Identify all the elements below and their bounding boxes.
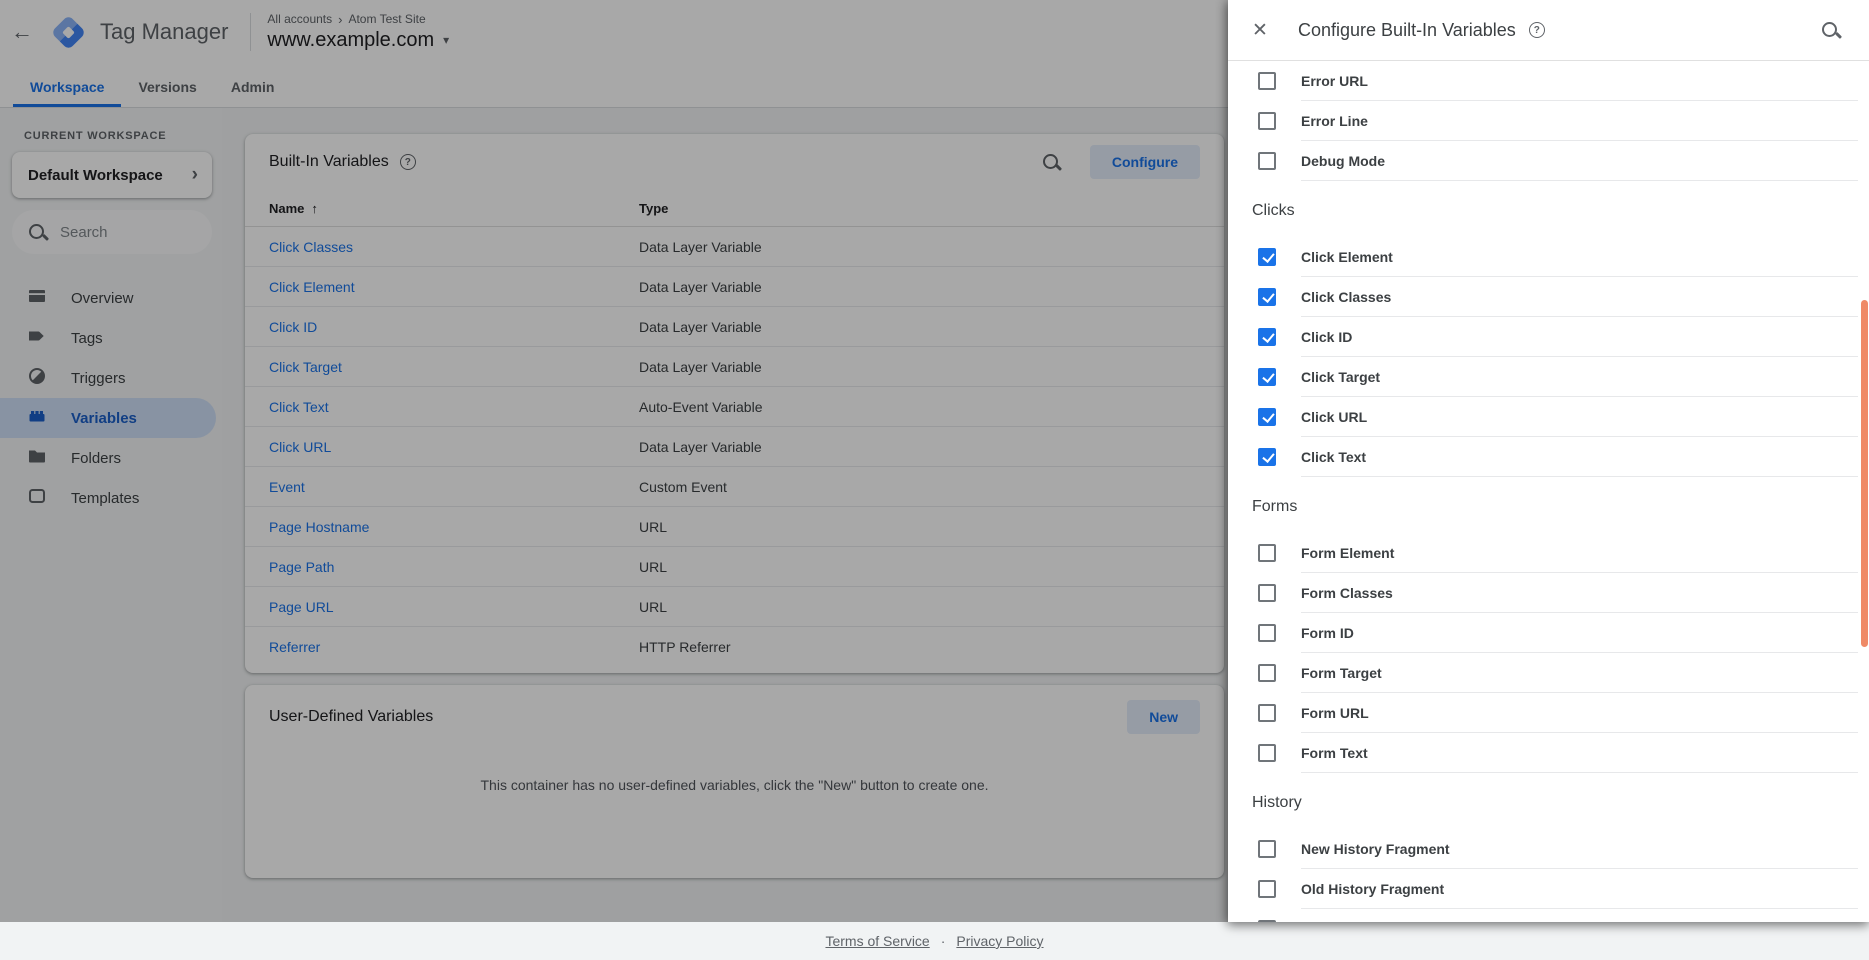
page-footer: Terms of Service · Privacy Policy xyxy=(0,922,1869,960)
checkbox-label: Form Text xyxy=(1301,745,1368,761)
variable-toggle-row[interactable]: Form Element xyxy=(1228,533,1869,573)
panel-header: ✕ Configure Built-In Variables ? xyxy=(1228,0,1869,61)
variable-toggle-row[interactable]: Error URL xyxy=(1228,61,1869,101)
variable-toggle-row[interactable]: Click Element xyxy=(1228,237,1869,277)
checkbox-label: Click Classes xyxy=(1301,289,1392,305)
variable-toggle-row[interactable]: Click ID xyxy=(1228,317,1869,357)
checkbox[interactable] xyxy=(1258,288,1276,306)
variable-toggle-row[interactable]: Click URL xyxy=(1228,397,1869,437)
checkbox[interactable] xyxy=(1258,112,1276,130)
variable-toggle-row[interactable]: New History Fragment xyxy=(1228,829,1869,869)
variable-toggle-row[interactable]: Debug Mode xyxy=(1228,141,1869,181)
checkbox[interactable] xyxy=(1258,448,1276,466)
checkbox-label: Click Text xyxy=(1301,449,1367,465)
checkbox[interactable] xyxy=(1258,664,1276,682)
variable-toggle-row[interactable]: Form Target xyxy=(1228,653,1869,693)
checkbox-label: Error URL xyxy=(1301,73,1368,89)
checkbox[interactable] xyxy=(1258,744,1276,762)
variable-toggle-row[interactable]: Error Line xyxy=(1228,101,1869,141)
variable-toggle-row[interactable]: Click Classes xyxy=(1228,277,1869,317)
variable-toggle-row[interactable]: Click Text xyxy=(1228,437,1869,477)
checkbox-label: Debug Mode xyxy=(1301,153,1385,169)
checkbox-label: Click Element xyxy=(1301,249,1393,265)
section-heading: Forms xyxy=(1252,498,1298,515)
search-icon[interactable] xyxy=(1821,21,1840,40)
panel-scrollbar-thumb[interactable] xyxy=(1861,300,1868,647)
variable-checkbox-list: Error URL Error Line Debug Mode Clicks C… xyxy=(1228,61,1869,922)
checkbox[interactable] xyxy=(1258,840,1276,858)
checkbox-label: Form ID xyxy=(1301,625,1354,641)
variable-toggle-row[interactable]: Form URL xyxy=(1228,693,1869,733)
variable-toggle-row[interactable] xyxy=(1228,909,1869,922)
checkbox-label: Click ID xyxy=(1301,329,1353,345)
dot-separator: · xyxy=(940,933,946,949)
checkbox-label: Form Target xyxy=(1301,665,1382,681)
variable-toggle-row[interactable]: Old History Fragment xyxy=(1228,869,1869,909)
section-heading: History xyxy=(1252,794,1302,811)
checkbox[interactable] xyxy=(1258,248,1276,266)
checkbox[interactable] xyxy=(1258,584,1276,602)
checkbox[interactable] xyxy=(1258,624,1276,642)
panel-section: History New History Fragment Old History… xyxy=(1228,773,1869,922)
variable-toggle-row[interactable]: Click Target xyxy=(1228,357,1869,397)
checkbox[interactable] xyxy=(1258,368,1276,386)
configure-builtin-variables-panel: ✕ Configure Built-In Variables ? Error U… xyxy=(1228,0,1869,922)
variable-toggle-row[interactable]: Form ID xyxy=(1228,613,1869,653)
checkbox[interactable] xyxy=(1258,880,1276,898)
overlay-scrim[interactable] xyxy=(0,0,1228,922)
panel-title: Configure Built-In Variables xyxy=(1298,19,1516,40)
help-icon[interactable]: ? xyxy=(1528,22,1545,38)
checkbox[interactable] xyxy=(1258,920,1276,922)
close-icon[interactable]: ✕ xyxy=(1252,19,1274,42)
checkbox-label: Form URL xyxy=(1301,705,1369,721)
panel-section: Clicks Click Element Click Classes Click… xyxy=(1228,181,1869,477)
section-heading: Clicks xyxy=(1252,202,1295,219)
panel-section: Error URL Error Line Debug Mode xyxy=(1228,61,1869,181)
checkbox[interactable] xyxy=(1258,72,1276,90)
variable-toggle-row[interactable]: Form Text xyxy=(1228,733,1869,773)
checkbox[interactable] xyxy=(1258,544,1276,562)
checkbox[interactable] xyxy=(1258,704,1276,722)
variable-toggle-row[interactable]: Form Classes xyxy=(1228,573,1869,613)
checkbox-label: New History Fragment xyxy=(1301,841,1450,857)
checkbox-label: Click URL xyxy=(1301,409,1368,425)
checkbox[interactable] xyxy=(1258,152,1276,170)
checkbox-label: Click Target xyxy=(1301,369,1381,385)
checkbox-label: Form Element xyxy=(1301,545,1395,561)
checkbox-label: Error Line xyxy=(1301,113,1368,129)
checkbox-label: Old History Fragment xyxy=(1301,881,1445,897)
terms-of-service-link[interactable]: Terms of Service xyxy=(825,933,929,949)
checkbox[interactable] xyxy=(1258,408,1276,426)
gtm-app: ← Tag Manager All accounts › Atom Test S… xyxy=(0,0,1869,960)
checkbox-label: Form Classes xyxy=(1301,585,1393,601)
checkbox[interactable] xyxy=(1258,328,1276,346)
panel-section: Forms Form Element Form Classes Form ID … xyxy=(1228,477,1869,773)
privacy-policy-link[interactable]: Privacy Policy xyxy=(956,933,1043,949)
